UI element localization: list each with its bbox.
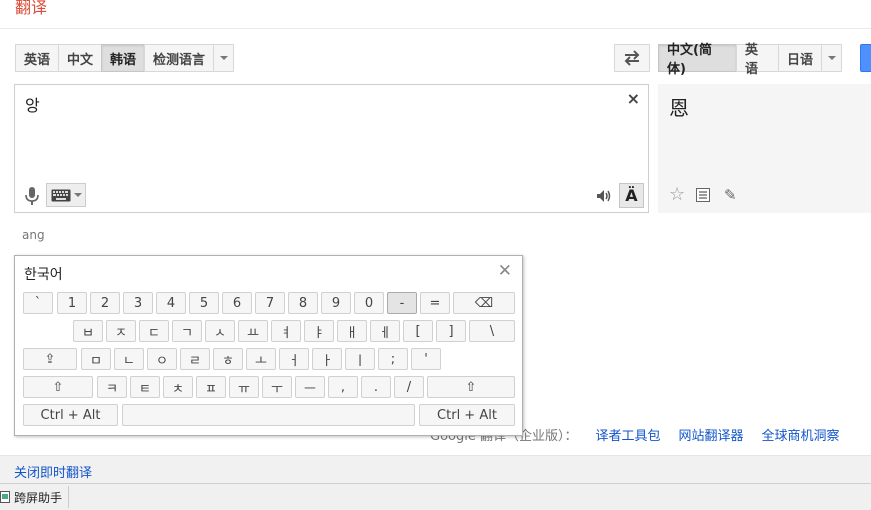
key[interactable]: \ [469,320,515,342]
key[interactable]: ㅛ [238,320,268,342]
key[interactable]: [ [403,320,433,342]
target-lang-chinese-simplified[interactable]: 中文(简体) [658,43,736,77]
taskbar-item-label: 跨屏助手 [14,490,63,505]
key[interactable]: ㄹ [180,348,210,370]
bottom-bar: 关闭即时翻译 [0,455,871,483]
key[interactable]: 5 [189,292,219,314]
speaker-icon[interactable] [596,189,612,203]
target-language-bar: 中文(简体) 英语 日语 [658,43,842,77]
key[interactable]: ㅈ [106,320,136,342]
key[interactable]: ㅋ [97,376,127,398]
key[interactable]: ㅍ [196,376,226,398]
source-language-bar: 英语 中文 韩语 检测语言 [15,44,234,72]
app-window-icon [0,491,10,503]
key[interactable]: ] [436,320,466,342]
app-title: 翻译 [15,0,48,17]
key[interactable]: ㅎ [213,348,243,370]
key[interactable]: ㅑ [304,320,334,342]
key[interactable]: ' [411,348,441,370]
result-text: 恩 [669,96,689,120]
close-icon[interactable]: ✕ [498,261,512,281]
source-text[interactable]: 앙 [25,92,40,116]
key[interactable]: , [328,376,358,398]
key[interactable]: ㅜ [262,376,292,398]
key[interactable]: ㅔ [370,320,400,342]
key[interactable]: 7 [255,292,285,314]
source-lang-chinese[interactable]: 中文 [58,44,101,72]
key-pressed[interactable]: - [387,292,417,314]
key[interactable]: 1 [57,292,87,314]
swap-icon [624,50,640,66]
keyboard-icon [51,189,71,201]
key[interactable]: ㅏ [312,348,342,370]
key[interactable]: ㄴ [114,348,144,370]
chevron-down-icon [219,56,228,60]
shift-right-key[interactable]: ⇧ [427,376,515,398]
source-lang-english[interactable]: 英语 [15,44,58,72]
key[interactable]: ; [378,348,408,370]
target-lang-english[interactable]: 英语 [736,43,778,77]
virtual-keyboard: 한국어 ✕ ` 1 2 3 4 5 6 7 8 9 0 - = ⌫ ㅂ ㅈ ㄷ … [14,255,523,436]
key[interactable]: ㄷ [139,320,169,342]
key[interactable]: 9 [321,292,351,314]
key[interactable]: 3 [123,292,153,314]
key[interactable]: ㅂ [73,320,103,342]
source-lang-dropdown[interactable] [213,44,234,72]
microphone-icon[interactable] [25,187,39,205]
keyboard-title: 한국어 [24,267,63,283]
key[interactable]: / [394,376,424,398]
header-divider [0,28,871,29]
key[interactable]: 0 [354,292,384,314]
key[interactable]: ㅓ [279,348,309,370]
turn-off-instant-translation-link[interactable]: 关闭即时翻译 [14,462,92,481]
clear-source-button[interactable]: × [627,89,640,108]
source-text-area[interactable]: 앙 × Ä [14,84,649,213]
translation-result: 恩 ☆ ✎ [658,84,871,213]
link-global-market-finder[interactable]: 全球商机洞察 [762,425,840,444]
chevron-down-icon [74,193,82,197]
key[interactable]: ㅣ [345,348,375,370]
chevron-down-icon [827,56,836,60]
space-key[interactable] [122,404,415,426]
key[interactable]: ㅌ [130,376,160,398]
key[interactable]: 2 [90,292,120,314]
shift-left-key[interactable]: ⇧ [23,376,93,398]
link-website-translator[interactable]: 网站翻译器 [679,425,744,444]
source-lang-detect[interactable]: 检测语言 [144,44,213,72]
virtual-keyboard-button[interactable] [46,183,86,207]
key[interactable]: ㅕ [271,320,301,342]
taskbar-item-screen-assistant[interactable]: 跨屏助手 [0,486,70,508]
ctrl-alt-right-key[interactable]: Ctrl + Alt [419,404,515,426]
target-lang-japanese[interactable]: 日语 [778,44,821,72]
caps-lock-key[interactable]: ⇪ [23,348,77,370]
key[interactable]: ` [23,292,53,314]
key[interactable]: 6 [222,292,252,314]
key[interactable]: ㅠ [229,376,259,398]
edit-icon[interactable]: ✎ [724,186,737,204]
star-icon[interactable]: ☆ [669,184,685,205]
ctrl-alt-left-key[interactable]: Ctrl + Alt [23,404,118,426]
key[interactable]: . [361,376,391,398]
phrasebook-icon[interactable] [696,188,710,202]
key[interactable]: 4 [156,292,186,314]
accent-toggle-button[interactable]: Ä [619,183,644,208]
key[interactable]: ㄱ [172,320,202,342]
source-lang-korean[interactable]: 韩语 [101,44,144,72]
key[interactable]: = [420,292,450,314]
key[interactable]: ㅅ [205,320,235,342]
swap-languages-button[interactable] [614,44,650,72]
translate-button[interactable] [860,44,871,72]
key[interactable]: ㅗ [246,348,276,370]
target-lang-dropdown[interactable] [821,44,842,72]
taskbar: 跨屏助手 [0,483,871,510]
key[interactable]: ㅡ [295,376,325,398]
backspace-key[interactable]: ⌫ [453,292,515,314]
key[interactable]: ㅐ [337,320,367,342]
key[interactable]: 8 [288,292,318,314]
key[interactable]: ㅁ [81,348,111,370]
romanization-text: ang [22,228,45,242]
key[interactable]: ㅇ [147,348,177,370]
key[interactable]: ㅊ [163,376,193,398]
link-translator-toolkit[interactable]: 译者工具包 [595,425,660,444]
